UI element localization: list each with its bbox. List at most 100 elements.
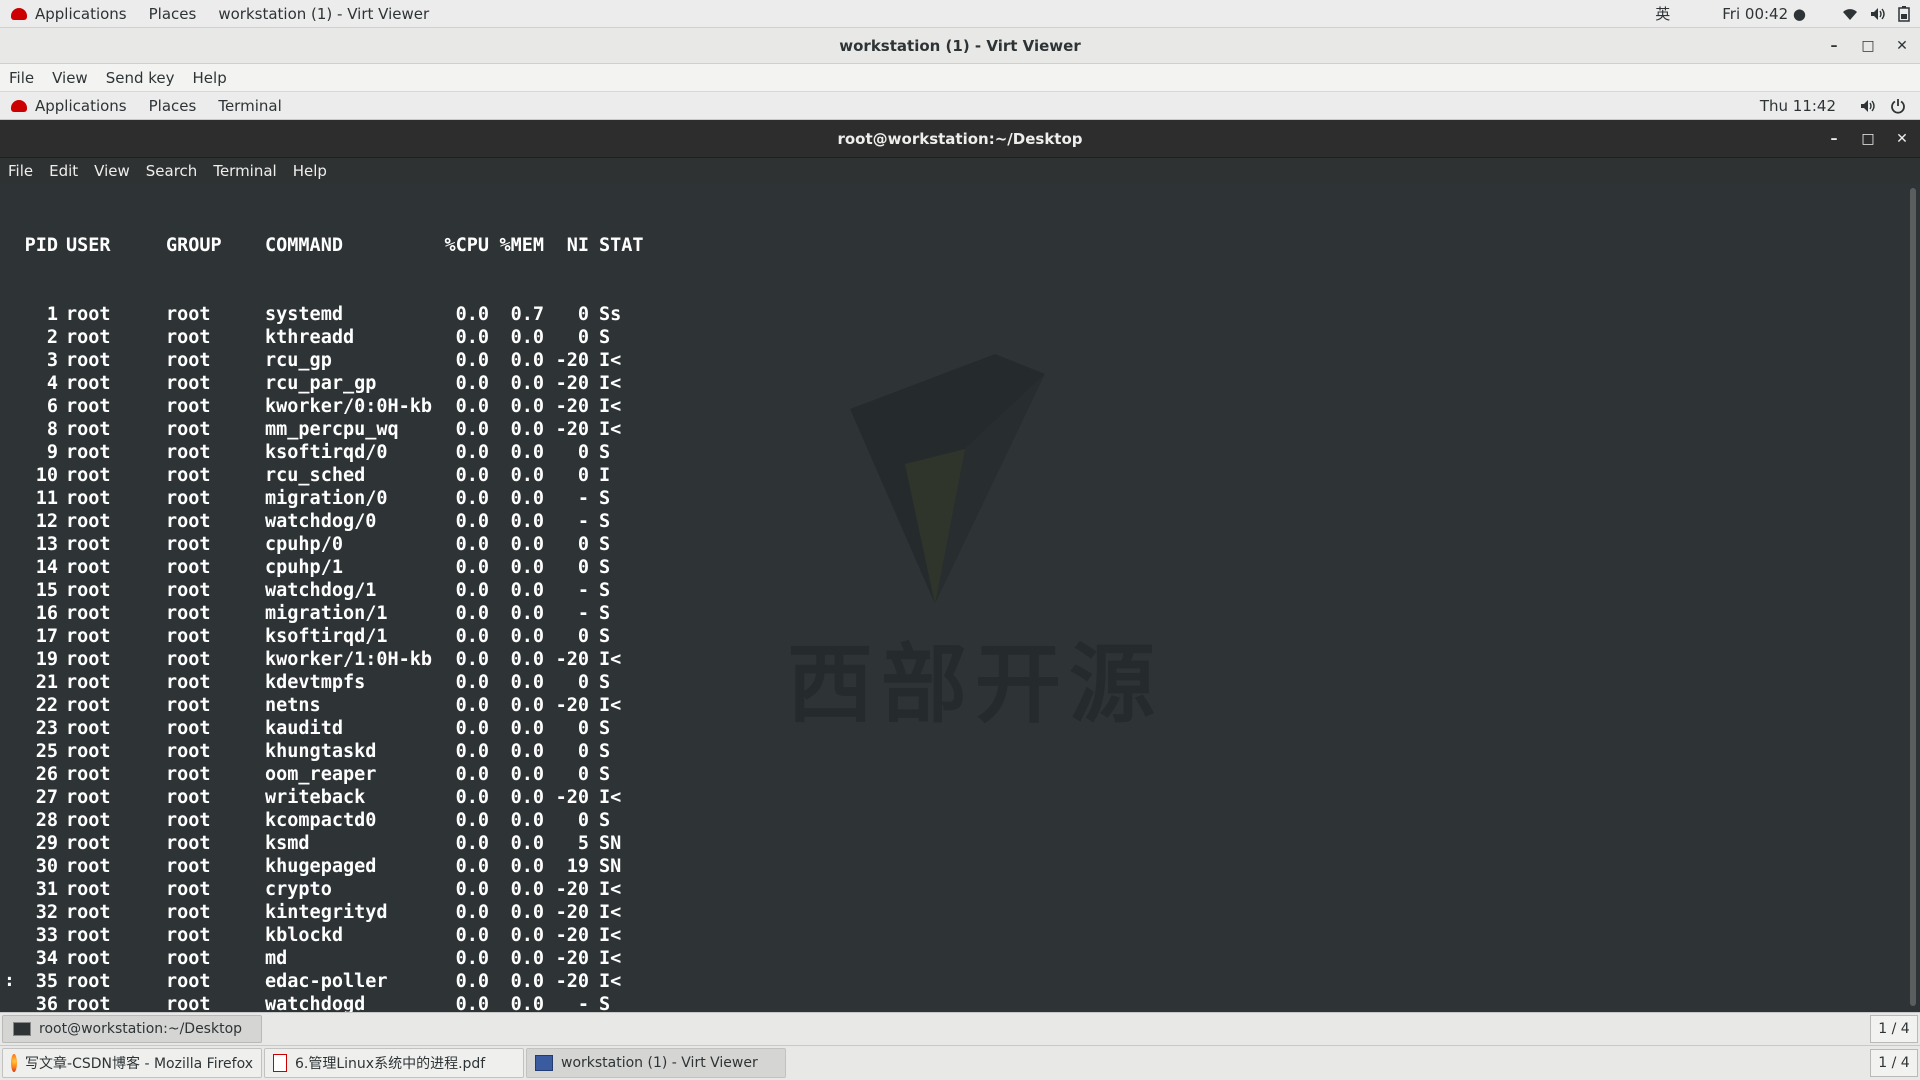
process-ni: 0 (577, 672, 589, 693)
host-clock[interactable]: Fri 00:42 ● (1711, 5, 1817, 23)
process-ni: -20 (555, 902, 589, 923)
volume-icon[interactable] (1860, 99, 1876, 113)
host-task-pdf[interactable]: 6.管理Linux系统中的进程.pdf (264, 1048, 524, 1078)
terminal-scrollbar[interactable] (1910, 188, 1916, 1006)
process-mem: 0.0 (510, 833, 544, 854)
process-cpu: 0.0 (455, 948, 489, 969)
process-stat: S (599, 327, 611, 348)
header-group: GROUP (166, 235, 222, 256)
process-stat: S (599, 741, 611, 762)
host-places-menu[interactable]: Places (138, 5, 208, 23)
process-user: root (66, 304, 111, 325)
process-command: ksoftirqd/1 (265, 626, 388, 647)
guest-terminal-menu[interactable]: Terminal (207, 97, 292, 115)
process-row: 23 root root kauditd 0.0 0.0 0 S (20, 717, 649, 740)
process-user: root (66, 396, 111, 417)
process-row: 25 root root khungtaskd 0.0 0.0 0 S (20, 740, 649, 763)
guest-applications-menu[interactable]: Applications (0, 97, 138, 115)
process-ni: 0 (577, 810, 589, 831)
vv-menu-file[interactable]: File (0, 69, 43, 87)
process-command: systemd (265, 304, 343, 325)
process-row: 13 root root cpuhp/0 0.0 0.0 0 S (20, 533, 649, 556)
process-group: root (166, 580, 211, 601)
process-pid: 15 (35, 580, 58, 601)
process-cpu: 0.0 (455, 718, 489, 739)
process-ni: - (577, 511, 589, 532)
process-group: root (166, 948, 211, 969)
process-stat: I< (599, 787, 622, 808)
process-mem: 0.0 (510, 488, 544, 509)
system-status-menu[interactable] (1831, 5, 1920, 22)
process-ni: -20 (555, 373, 589, 394)
process-row: 16 root root migration/1 0.0 0.0 - S (20, 602, 649, 625)
term-menu-view[interactable]: View (86, 162, 138, 180)
process-mem: 0.0 (510, 396, 544, 417)
terminal-icon (13, 1022, 31, 1036)
process-group: root (166, 695, 211, 716)
process-row: 15 root root watchdog/1 0.0 0.0 - S (20, 579, 649, 602)
process-stat: S (599, 603, 611, 624)
host-applications-menu[interactable]: Applications (0, 5, 138, 23)
host-places-label: Places (148, 4, 197, 23)
process-user: root (66, 695, 111, 716)
process-user: root (66, 534, 111, 555)
process-command: kblockd (265, 925, 343, 946)
terminal-close-button[interactable]: ✕ (1892, 129, 1912, 149)
process-stat: S (599, 442, 611, 463)
term-menu-search[interactable]: Search (138, 162, 206, 180)
process-pid: 36 (35, 994, 58, 1012)
process-user: root (66, 419, 111, 440)
vv-menu-view[interactable]: View (43, 69, 97, 87)
process-stat: S (599, 994, 611, 1012)
term-menu-file[interactable]: File (0, 162, 41, 180)
process-ni: 0 (577, 741, 589, 762)
process-stat: SN (599, 856, 622, 877)
process-user: root (66, 994, 111, 1012)
host-active-window-menu[interactable]: workstation (1) - Virt Viewer (207, 5, 440, 23)
process-row: 33 root root kblockd 0.0 0.0 -20 I< (20, 924, 649, 947)
input-method-label: 英 (1655, 5, 1671, 23)
process-command: kworker/1:0H-kb (265, 649, 433, 670)
terminal-maximize-button[interactable]: □ (1858, 129, 1878, 149)
term-menu-edit[interactable]: Edit (41, 162, 86, 180)
host-workspace-pager[interactable]: 1 / 4 (1870, 1049, 1918, 1077)
process-command: oom_reaper (265, 764, 377, 785)
power-icon[interactable] (1890, 98, 1906, 114)
process-user: root (66, 856, 111, 877)
term-menu-terminal[interactable]: Terminal (205, 162, 284, 180)
maximize-button[interactable]: □ (1858, 36, 1878, 56)
input-method-indicator[interactable]: 英 (1644, 3, 1681, 24)
vv-menu-send-key[interactable]: Send key (97, 69, 184, 87)
process-ni: 5 (577, 833, 589, 854)
host-task-firefox[interactable]: 写文章-CSDN博客 - Mozilla Firefox (2, 1048, 262, 1078)
process-cpu: 0.0 (455, 741, 489, 762)
process-mem: 0.0 (510, 419, 544, 440)
process-pid: 31 (35, 879, 58, 900)
terminal-body[interactable]: 西部开源 PID USER GROUP COMMAND %CPU %MEM NI… (0, 184, 1920, 1012)
close-button[interactable]: ✕ (1892, 36, 1912, 56)
guest-clock[interactable]: Thu 11:42 (1760, 97, 1836, 115)
process-row: 36 root root watchdogd 0.0 0.0 - S (20, 993, 649, 1012)
redhat-icon (11, 99, 27, 112)
process-ni: -20 (555, 350, 589, 371)
process-ni: 0 (577, 626, 589, 647)
process-row: 19 root root kworker/1:0H-kb 0.0 0.0 -20 I< (20, 648, 649, 671)
terminal-minimize-button[interactable]: – (1824, 129, 1844, 149)
term-menu-help[interactable]: Help (285, 162, 335, 180)
minimize-button[interactable]: – (1824, 36, 1844, 56)
process-user: root (66, 373, 111, 394)
process-ni: 0 (577, 534, 589, 555)
process-stat: I< (599, 902, 622, 923)
process-mem: 0.0 (510, 695, 544, 716)
process-user: root (66, 810, 111, 831)
guest-task-terminal[interactable]: root@workstation:~/Desktop (2, 1015, 262, 1043)
process-group: root (166, 787, 211, 808)
guest-places-menu[interactable]: Places (138, 97, 208, 115)
pager-prompt[interactable]: : (4, 970, 15, 991)
process-cpu: 0.0 (455, 465, 489, 486)
guest-workspace-pager[interactable]: 1 / 4 (1870, 1015, 1918, 1043)
vv-menu-help[interactable]: Help (184, 69, 236, 87)
host-task-virt-viewer[interactable]: workstation (1) - Virt Viewer (526, 1048, 786, 1078)
process-group: root (166, 442, 211, 463)
virt-viewer-titlebar: workstation (1) - Virt Viewer – □ ✕ (0, 28, 1920, 64)
